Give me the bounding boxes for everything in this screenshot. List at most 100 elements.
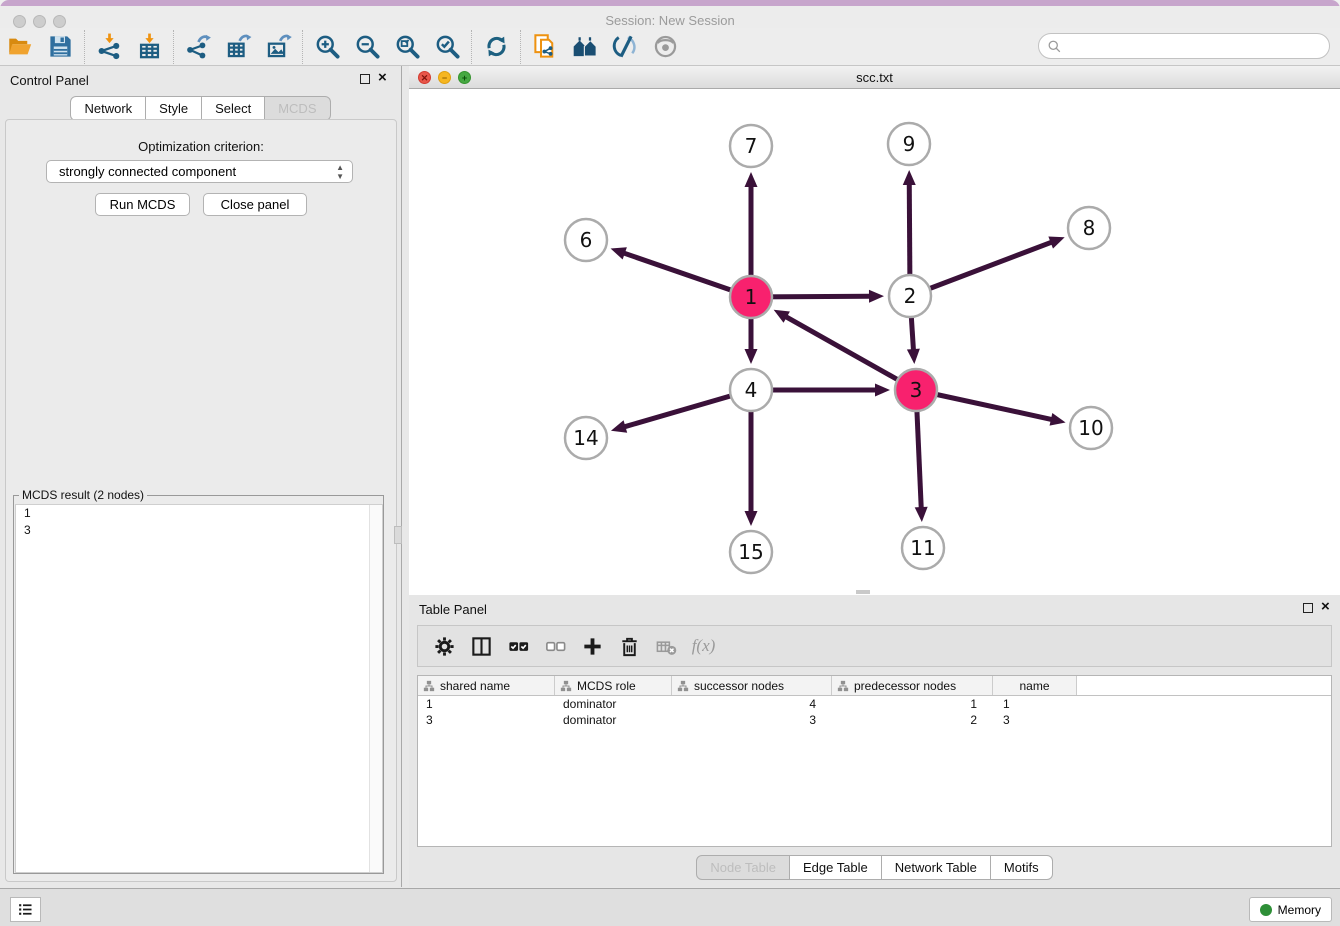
tab-node-table[interactable]: Node Table (696, 855, 790, 880)
delete-column-button[interactable] (611, 629, 648, 663)
column-header-mcds-role[interactable]: MCDS role (555, 676, 672, 695)
graph-edge-arrowhead (611, 247, 627, 259)
cell-successor-nodes[interactable]: 4 (672, 696, 832, 712)
cell-name[interactable]: 3 (993, 712, 1077, 728)
search-input[interactable] (1062, 36, 1329, 56)
memory-button[interactable]: Memory (1249, 897, 1332, 922)
save-session-button[interactable] (40, 30, 80, 64)
graph-edge-arrowhead (745, 172, 758, 187)
houses-icon (572, 33, 599, 60)
close-panel-button[interactable]: Close panel (203, 193, 307, 216)
import-table-icon (136, 33, 163, 60)
function-builder-button[interactable]: f(x) (685, 629, 722, 663)
run-mcds-button[interactable]: Run MCDS (95, 193, 190, 216)
export-table-button[interactable] (218, 30, 258, 64)
cell-predecessor-nodes[interactable]: 1 (832, 696, 993, 712)
table-panel-close-icon[interactable]: × (1321, 598, 1330, 616)
tab-style[interactable]: Style (146, 96, 202, 121)
select-all-button[interactable] (500, 629, 537, 663)
graph-edge-arrowhead (869, 290, 884, 303)
delete-table-icon (655, 635, 678, 658)
panel-splitter-handle[interactable] (394, 526, 402, 544)
node-table-header: shared name MCDS role successor nodes pr… (418, 676, 1331, 696)
duplicate-network-button[interactable] (525, 30, 565, 64)
columns-icon (470, 635, 493, 658)
first-neighbors-button[interactable] (565, 30, 605, 64)
cell-mcds-role[interactable]: dominator (555, 712, 672, 728)
tab-network-table[interactable]: Network Table (882, 855, 991, 880)
deselect-all-button[interactable] (537, 629, 574, 663)
graph-edge[interactable] (910, 242, 1052, 296)
tab-mcds[interactable]: MCDS (265, 96, 330, 121)
export-network-button[interactable] (178, 30, 218, 64)
zoom-selected-icon (434, 33, 461, 60)
tab-select[interactable]: Select (202, 96, 265, 121)
toolbar-separator (520, 30, 521, 64)
table-panel-header: Table Panel × (409, 595, 1340, 623)
memory-label: Memory (1278, 903, 1321, 917)
column-header-shared-name[interactable]: shared name (418, 676, 555, 695)
export-table-icon (225, 33, 252, 60)
open-session-button[interactable] (0, 30, 40, 64)
cell-shared-name[interactable]: 1 (418, 696, 555, 712)
zoom-out-icon (354, 33, 381, 60)
import-table-button[interactable] (129, 30, 169, 64)
zoom-in-button[interactable] (307, 30, 347, 64)
mcds-panel: Optimization criterion: strongly connect… (5, 119, 397, 882)
mcds-result-item[interactable]: 3 (16, 522, 382, 539)
tab-motifs[interactable]: Motifs (991, 855, 1053, 880)
graph-node-label: 15 (738, 540, 763, 564)
table-panel-float-icon[interactable] (1303, 603, 1313, 613)
import-network-button[interactable] (89, 30, 129, 64)
refresh-button[interactable] (476, 30, 516, 64)
select-stepper-icon: ▲▼ (336, 163, 344, 181)
network-hscrollbar[interactable] (856, 590, 870, 594)
column-header-predecessor-nodes[interactable]: predecessor nodes (832, 676, 993, 695)
graph-edge[interactable] (786, 317, 916, 390)
graph-node-label: 6 (580, 228, 593, 252)
network-graph[interactable]: 7968124314101511 (409, 89, 1340, 595)
add-column-button[interactable] (574, 629, 611, 663)
table-row[interactable]: 1 dominator 4 1 1 (418, 696, 1331, 712)
table-settings-button[interactable] (426, 629, 463, 663)
attribute-tree-icon (560, 680, 572, 692)
tab-edge-table[interactable]: Edge Table (790, 855, 882, 880)
trash-icon (618, 635, 641, 658)
export-image-button[interactable] (258, 30, 298, 64)
graph-node-label: 14 (573, 426, 598, 450)
zoom-out-button[interactable] (347, 30, 387, 64)
gear-icon (433, 635, 456, 658)
graph-edge-arrowhead (745, 511, 758, 526)
task-history-button[interactable] (10, 897, 41, 922)
fx-icon: f(x) (692, 636, 716, 656)
column-header-successor-nodes[interactable]: successor nodes (672, 676, 832, 695)
tab-network[interactable]: Network (70, 96, 146, 121)
window-title: Session: New Session (0, 13, 1340, 28)
mcds-result-list[interactable]: 1 3 (15, 504, 383, 873)
criterion-select[interactable]: strongly connected component ▲▼ (46, 160, 353, 183)
zoom-selected-button[interactable] (427, 30, 467, 64)
plus-icon (581, 635, 604, 658)
vizmapper-button[interactable] (605, 30, 645, 64)
graphics-details-button[interactable] (645, 30, 685, 64)
zoom-fit-button[interactable] (387, 30, 427, 64)
cell-mcds-role[interactable]: dominator (555, 696, 672, 712)
cell-shared-name[interactable]: 3 (418, 712, 555, 728)
mcds-result-scrollbar[interactable] (369, 505, 382, 872)
table-row[interactable]: 3 dominator 3 2 3 (418, 712, 1331, 728)
mcds-result-item[interactable]: 1 (16, 505, 382, 522)
control-panel-close-icon[interactable]: × (378, 69, 387, 87)
column-header-name[interactable]: name (993, 676, 1077, 695)
graph-node-label: 2 (904, 284, 917, 308)
graph-node-label: 4 (745, 378, 758, 402)
duplicate-network-icon (532, 33, 559, 60)
control-panel-float-icon[interactable] (360, 74, 370, 84)
table-panel-title: Table Panel (419, 602, 487, 617)
cell-name[interactable]: 1 (993, 696, 1077, 712)
attribute-tree-icon (423, 680, 435, 692)
control-panel-header: Control Panel × (0, 66, 401, 94)
delete-table-button[interactable] (648, 629, 685, 663)
show-column-button[interactable] (463, 629, 500, 663)
cell-predecessor-nodes[interactable]: 2 (832, 712, 993, 728)
cell-successor-nodes[interactable]: 3 (672, 712, 832, 728)
